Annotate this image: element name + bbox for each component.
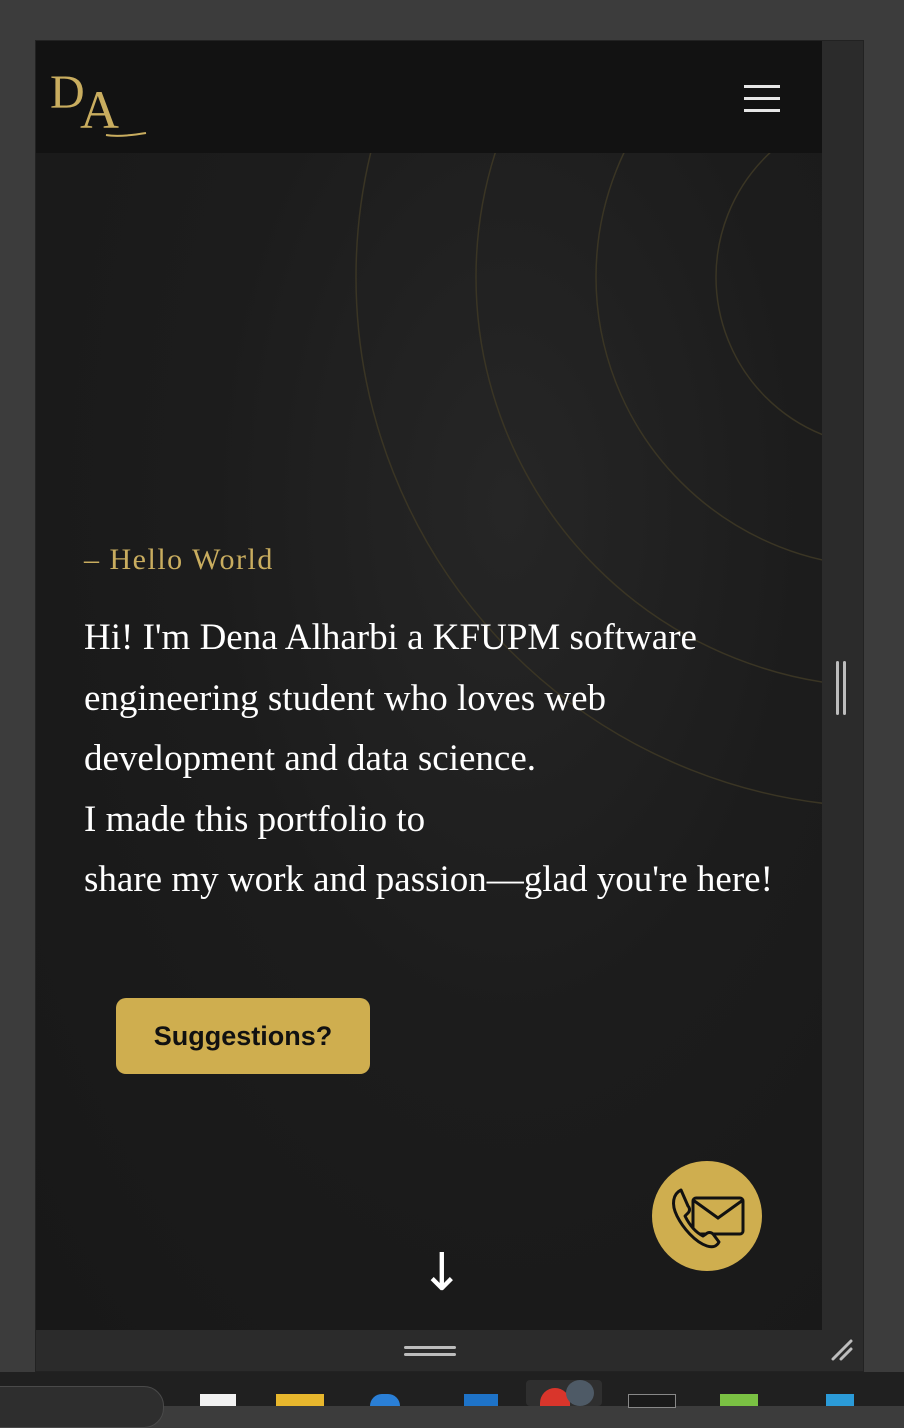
- site-logo[interactable]: D A: [50, 65, 150, 141]
- handle-bar: [404, 1353, 456, 1356]
- suggestions-button[interactable]: Suggestions?: [116, 998, 370, 1074]
- hero-greeting: – Hello World: [84, 543, 274, 576]
- profile-badge: [566, 1380, 594, 1406]
- menu-bar: [744, 97, 780, 100]
- vscode-icon[interactable]: [826, 1394, 854, 1406]
- emulator-frame: D A – Hello World Hi! I'm Dena Alharbi a…: [35, 40, 864, 1372]
- phone-mail-icon: [672, 1188, 745, 1249]
- scroll-down-icon[interactable]: ↓: [420, 1243, 464, 1303]
- hero-section: – Hello World Hi! I'm Dena Alharbi a KFU…: [36, 153, 822, 1330]
- hamburger-menu-icon[interactable]: [736, 75, 786, 125]
- file-icon[interactable]: [200, 1394, 236, 1406]
- menu-bar: [744, 109, 780, 112]
- handle-bar: [404, 1346, 456, 1349]
- outlook-icon[interactable]: [464, 1394, 498, 1406]
- os-taskbar: [0, 1372, 904, 1428]
- active-app-slot[interactable]: [526, 1380, 602, 1406]
- intro-paragraph: share my work and passion—glad you're he…: [84, 859, 773, 900]
- logo-letter-d: D: [50, 66, 85, 119]
- resize-corner-icon[interactable]: [829, 1337, 855, 1363]
- resize-handle-bottom[interactable]: [404, 1346, 456, 1358]
- handle-bar: [843, 661, 846, 715]
- app-icon[interactable]: [720, 1394, 758, 1406]
- browser-edge-icon[interactable]: [370, 1394, 400, 1406]
- page-viewport: D A – Hello World Hi! I'm Dena Alharbi a…: [36, 41, 822, 1330]
- menu-bar: [744, 85, 780, 88]
- taskbar-search[interactable]: [0, 1386, 164, 1428]
- contact-button[interactable]: [652, 1161, 762, 1271]
- folder-icon[interactable]: [276, 1394, 324, 1406]
- navbar: D A: [36, 41, 822, 153]
- intro-paragraph: I made this portfolio to: [84, 798, 426, 840]
- intro-paragraph: Hi! I'm Dena Alharbi a KFUPM software en…: [84, 617, 697, 779]
- logo-swash: [105, 132, 147, 137]
- hero-intro: Hi! I'm Dena Alharbi a KFUPM software en…: [84, 608, 784, 911]
- handle-bar: [836, 661, 839, 715]
- resize-handle-right[interactable]: [836, 661, 848, 715]
